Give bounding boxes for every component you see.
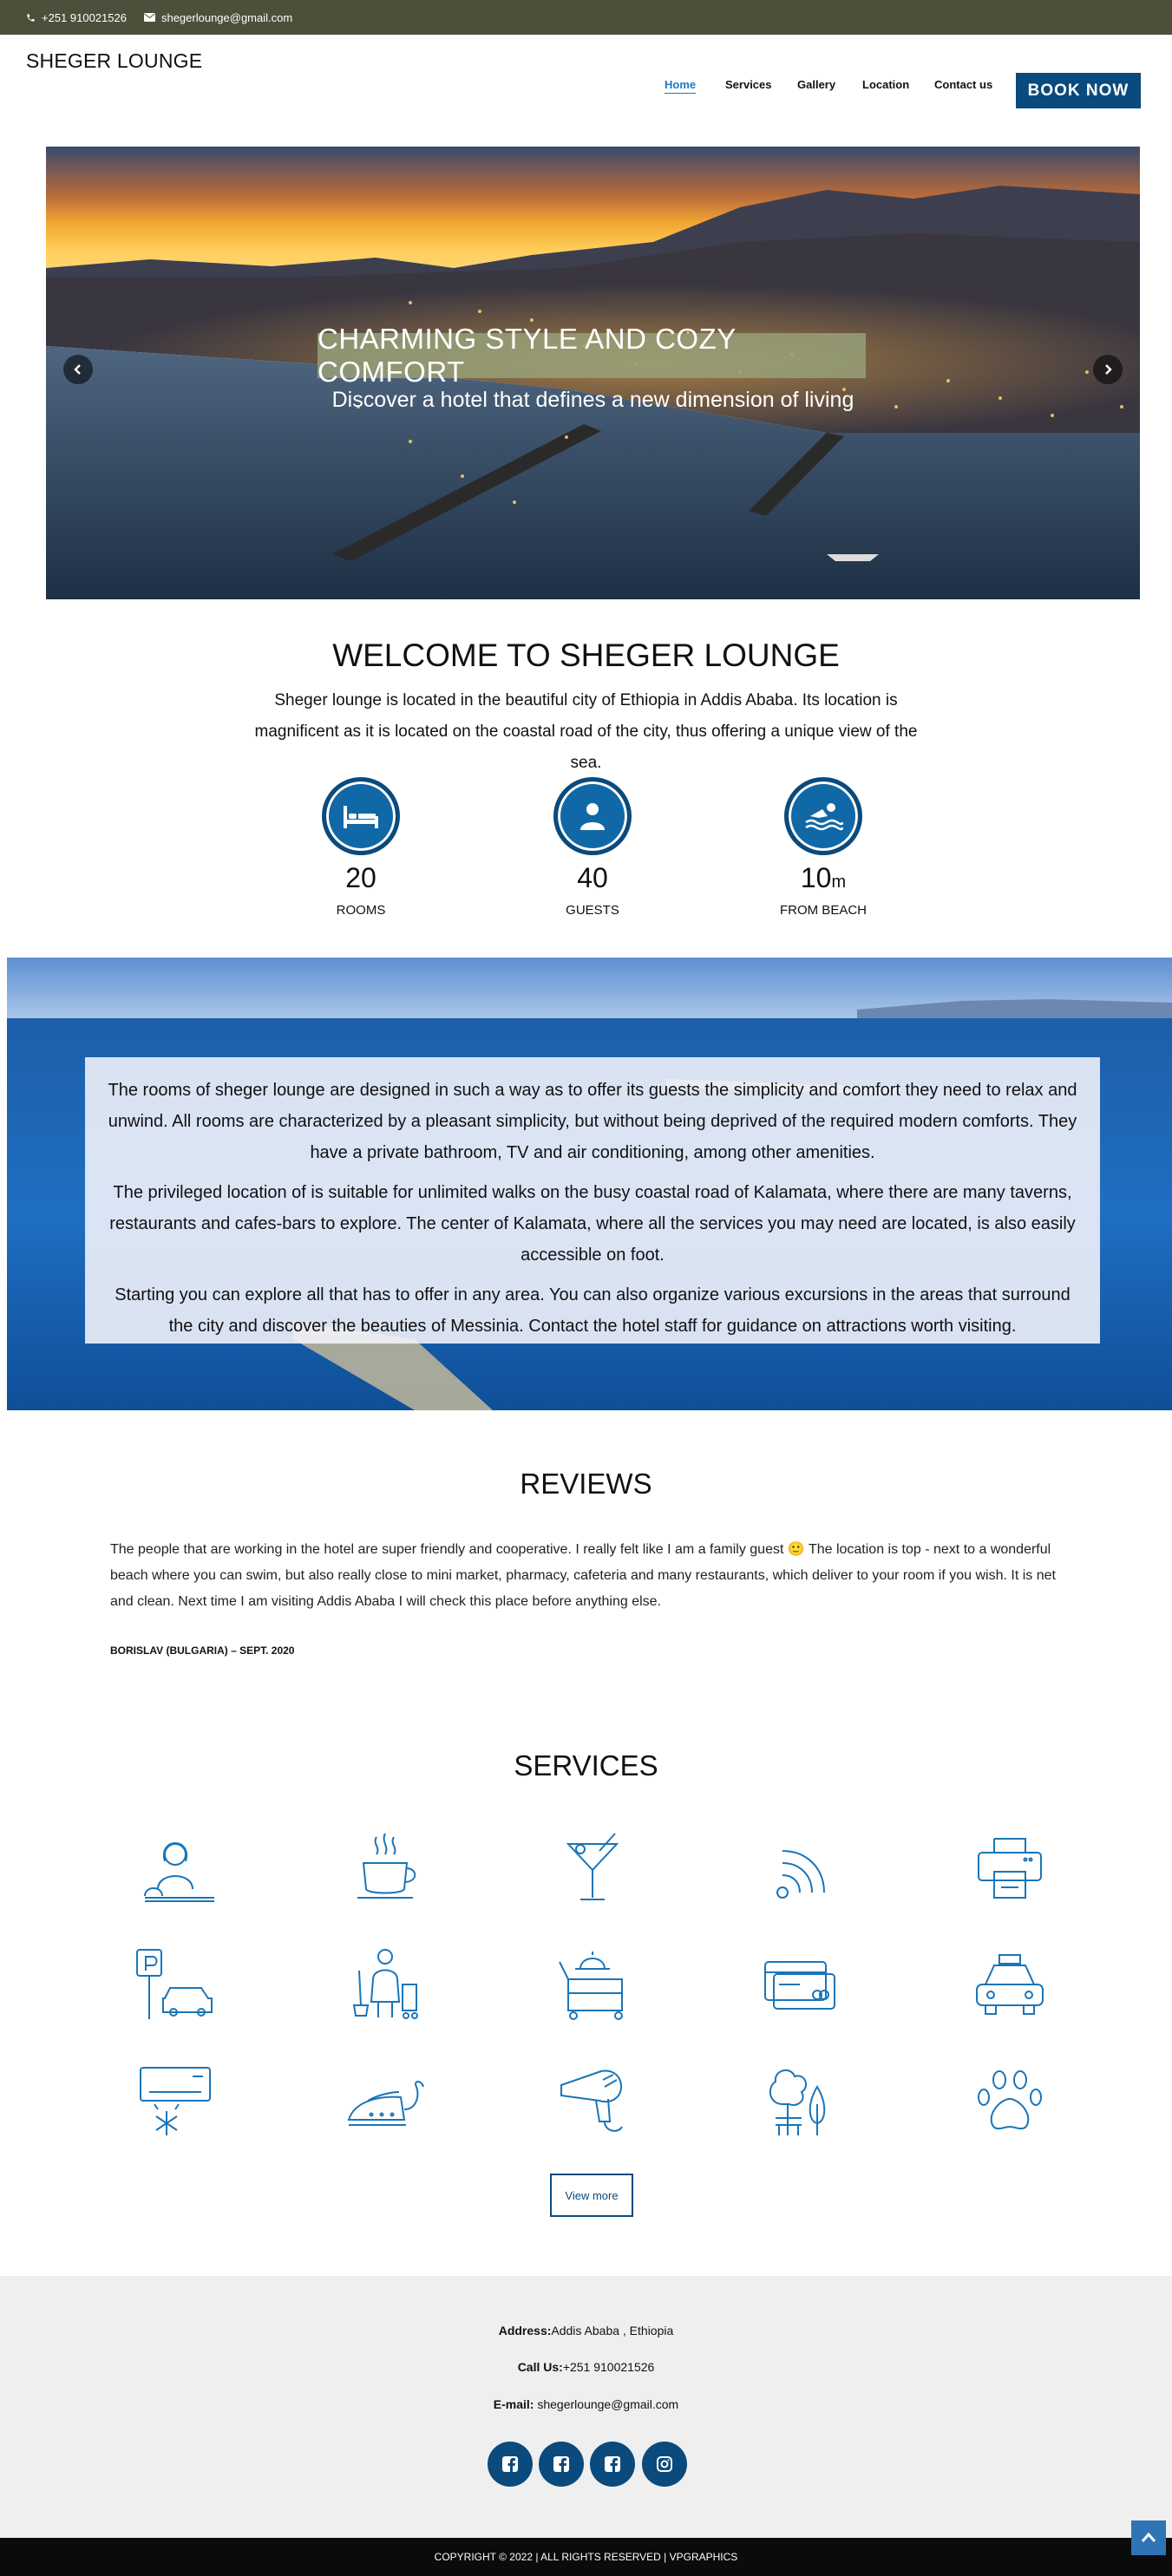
stat-unit: m bbox=[831, 873, 847, 892]
coffee-icon bbox=[337, 1824, 433, 1911]
welcome-text: Sheger lounge is located in the beautifu… bbox=[254, 691, 918, 772]
copyright-bar: COPYRIGHT © 2022 | ALL RIGHTS RESERVED |… bbox=[0, 2538, 1172, 2576]
facebook-icon bbox=[553, 2456, 569, 2472]
envelope-icon bbox=[143, 13, 155, 22]
email-value[interactable]: shegerlounge@gmail.com bbox=[537, 2397, 678, 2411]
copyright-text: COPYRIGHT © 2022 | ALL RIGHTS RESERVED |… bbox=[434, 2551, 738, 2563]
phone-contact[interactable]: +251 910021526 bbox=[26, 11, 127, 24]
garden-icon bbox=[752, 2056, 848, 2143]
iron-icon bbox=[337, 2056, 433, 2143]
taxi-icon bbox=[962, 1940, 1057, 2027]
about-paragraph: Starting you can explore all that has to… bbox=[115, 1285, 1071, 1336]
stat-guests: 40 GUESTS bbox=[506, 777, 679, 918]
footer-address: Address:Addis Ababa , Ethiopia bbox=[0, 2324, 1172, 2337]
cocktail-icon bbox=[545, 1824, 640, 1911]
slider-prev-button[interactable] bbox=[63, 355, 93, 384]
book-now-button[interactable]: BOOK NOW bbox=[1016, 73, 1141, 108]
bed-icon bbox=[322, 777, 400, 855]
stat-beach: 10m FROM BEACH bbox=[737, 777, 910, 918]
call-label: Call Us: bbox=[517, 2360, 563, 2374]
stat-label: ROOMS bbox=[336, 903, 386, 918]
chevron-left-icon bbox=[74, 364, 81, 375]
review-author: BORISLAV (BULGARIA) – SEPT. 2020 bbox=[110, 1644, 295, 1657]
reception-icon bbox=[128, 1824, 223, 1911]
instagram-icon bbox=[657, 2456, 672, 2472]
stat-label: FROM BEACH bbox=[779, 903, 867, 918]
phone-number: +251 910021526 bbox=[42, 10, 127, 24]
nav-services[interactable]: Services bbox=[725, 78, 772, 91]
air-conditioning-icon bbox=[128, 2056, 223, 2143]
view-more-button[interactable]: View more bbox=[550, 2174, 633, 2217]
main-nav: Home Services Gallery Location Contact u… bbox=[0, 78, 1172, 101]
review-text: The people that are working in the hotel… bbox=[110, 1542, 1056, 1609]
facebook-link[interactable] bbox=[488, 2442, 533, 2487]
facebook-link[interactable] bbox=[539, 2442, 584, 2487]
swimmer-icon bbox=[784, 777, 862, 855]
phone-icon bbox=[26, 13, 36, 23]
chevron-right-icon bbox=[1105, 364, 1112, 375]
address-label: Address: bbox=[498, 2324, 552, 2337]
slider-next-button[interactable] bbox=[1093, 355, 1123, 384]
stat-value: 10 bbox=[800, 862, 832, 893]
wifi-icon bbox=[752, 1824, 848, 1911]
site-logo[interactable]: SHEGER LOUNGE bbox=[26, 49, 202, 73]
stat-rooms: 20 ROOMS bbox=[274, 777, 448, 918]
welcome-title: WELCOME TO SHEGER LOUNGE bbox=[332, 637, 840, 673]
email-address: shegerlounge@gmail.com bbox=[160, 10, 293, 24]
address-value: Addis Ababa , Ethiopia bbox=[551, 2324, 674, 2337]
hero-title: CHARMING STYLE AND COZY COMFORT bbox=[318, 323, 866, 388]
instagram-link[interactable] bbox=[642, 2442, 687, 2487]
footer-email: E-mail: shegerlounge@gmail.com bbox=[0, 2397, 1172, 2411]
pet-icon bbox=[962, 2056, 1057, 2143]
printer-icon bbox=[962, 1824, 1057, 1911]
facebook-link[interactable] bbox=[590, 2442, 635, 2487]
about-paragraph: The rooms of sheger lounge are designed … bbox=[108, 1081, 1077, 1162]
services-title: SERVICES bbox=[514, 1749, 658, 1782]
stat-value: 20 bbox=[345, 862, 376, 893]
nav-location[interactable]: Location bbox=[862, 78, 909, 91]
hair-dryer-icon bbox=[545, 2056, 640, 2143]
room-service-icon bbox=[545, 1940, 640, 2027]
stat-label: GUESTS bbox=[566, 903, 619, 918]
parking-icon bbox=[128, 1940, 223, 2027]
facebook-icon bbox=[605, 2456, 620, 2472]
housekeeping-icon bbox=[337, 1940, 433, 2027]
stat-value: 40 bbox=[577, 862, 608, 893]
nav-contact[interactable]: Contact us bbox=[934, 78, 992, 91]
footer-phone: Call Us:+251 910021526 bbox=[0, 2360, 1172, 2374]
scroll-to-top-button[interactable] bbox=[1131, 2520, 1166, 2555]
nav-home[interactable]: Home bbox=[665, 78, 697, 94]
nav-gallery[interactable]: Gallery bbox=[797, 78, 835, 91]
email-contact[interactable]: shegerlounge@gmail.com bbox=[143, 10, 293, 24]
credit-card-icon bbox=[752, 1940, 848, 2027]
about-paragraph: The privileged location of is suitable f… bbox=[109, 1183, 1076, 1265]
hero-subtitle: Discover a hotel that defines a new dime… bbox=[331, 388, 854, 412]
email-label: E-mail: bbox=[493, 2397, 534, 2411]
about-text-box: The rooms of sheger lounge are designed … bbox=[85, 1057, 1100, 1344]
top-bar: +251 910021526 shegerlounge@gmail.com bbox=[0, 0, 1172, 35]
about-section: The rooms of sheger lounge are designed … bbox=[7, 958, 1172, 1410]
guest-icon bbox=[553, 777, 632, 855]
hero-slider: CHARMING STYLE AND COZY COMFORT Discover… bbox=[46, 147, 1140, 599]
facebook-icon bbox=[502, 2456, 518, 2472]
reviews-title: REVIEWS bbox=[520, 1468, 652, 1500]
call-value[interactable]: +251 910021526 bbox=[563, 2360, 655, 2374]
chevron-up-icon bbox=[1141, 2532, 1156, 2542]
